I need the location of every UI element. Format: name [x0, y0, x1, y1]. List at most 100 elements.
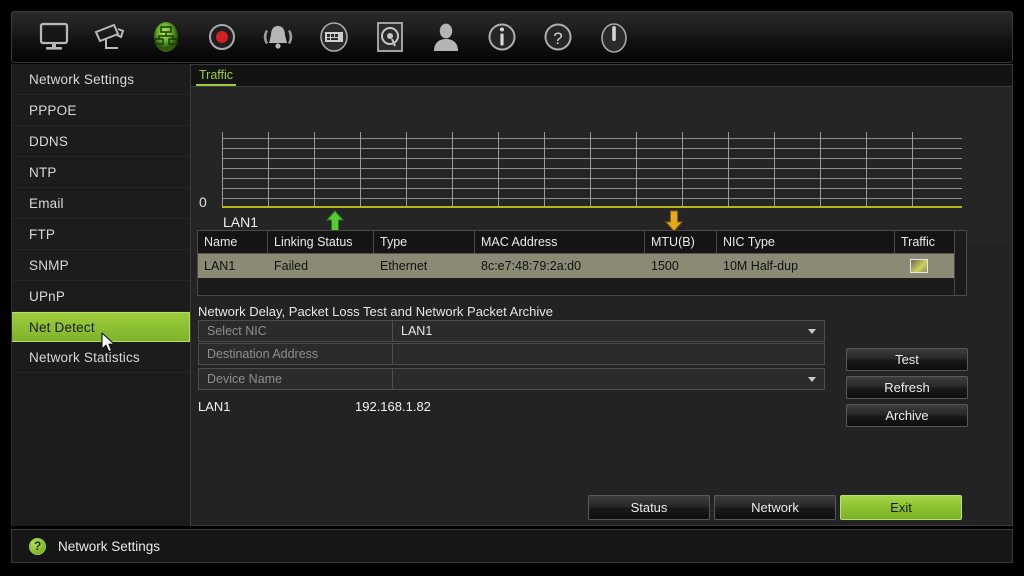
sidebar-item-ntp[interactable]: NTP [12, 157, 190, 188]
up-arrow-icon [325, 210, 345, 232]
exit-button[interactable]: Exit [840, 495, 962, 520]
select-nic-dropdown[interactable]: LAN1 [393, 320, 825, 342]
form-section-title: Network Delay, Packet Loss Test and Netw… [198, 304, 554, 319]
test-button[interactable]: Test [846, 348, 968, 371]
device-icon[interactable] [306, 15, 362, 59]
tab-strip: Traffic [191, 65, 1012, 87]
record-icon[interactable] [194, 15, 250, 59]
down-arrow-icon [664, 210, 684, 232]
sidebar-item-label: Network Statistics [29, 349, 140, 365]
gridline-h [222, 158, 962, 159]
table-scrollbar[interactable] [954, 231, 966, 295]
cell-type: Ethernet [380, 259, 428, 273]
label-select-nic: Select NIC [198, 320, 393, 342]
cell-linking-status: Failed [274, 259, 309, 273]
table-header-row: Name Linking Status Type MAC Address MTU… [198, 231, 966, 254]
gridline-v [728, 132, 729, 206]
sidebar-item-network-settings[interactable]: Network Settings [12, 64, 190, 95]
sidebar-item-label: UPnP [29, 288, 66, 304]
nic-table: Name Linking Status Type MAC Address MTU… [197, 230, 967, 296]
destination-address-input[interactable] [393, 343, 825, 365]
info-icon[interactable] [474, 15, 530, 59]
app-window: ? Network Settings PPPOE DDNS NTP Email … [0, 0, 1024, 576]
label-destination-address: Destination Address [198, 343, 393, 365]
column-header-type: Type [374, 231, 475, 253]
help-circle-icon[interactable]: ? [29, 537, 46, 555]
traffic-chart-icon[interactable] [910, 259, 928, 273]
form-row-select-nic: Select NIC LAN1 [198, 320, 825, 342]
gridline-v [544, 132, 545, 206]
gridline-h [222, 168, 962, 169]
gridline-v [820, 132, 821, 206]
main-toolbar: ? [11, 11, 1013, 63]
sidebar-item-ddns[interactable]: DDNS [12, 126, 190, 157]
gridline-v [498, 132, 499, 206]
select-nic-value: LAN1 [401, 324, 433, 338]
tab-label: Traffic [199, 68, 234, 82]
nic-info-name: LAN1 [198, 399, 231, 414]
label-device-name: Device Name [198, 368, 393, 390]
device-name-dropdown[interactable] [393, 368, 825, 390]
gridline-v [636, 132, 637, 206]
chevron-down-icon [808, 377, 816, 382]
camera-icon[interactable] [82, 15, 138, 59]
form-row-destination-address: Destination Address [198, 343, 825, 365]
status-button[interactable]: Status [588, 495, 710, 520]
table-row[interactable]: LAN1 Failed Ethernet 8c:e7:48:79:2a:d0 1… [198, 254, 966, 278]
sidebar-item-label: SNMP [29, 257, 69, 273]
cell-mtu: 1500 [651, 259, 679, 273]
cell-name: LAN1 [204, 259, 236, 273]
gridline-h [222, 148, 962, 149]
gridline-v [912, 132, 913, 206]
sidebar-item-label: PPPOE [29, 102, 77, 118]
refresh-button[interactable]: Refresh [846, 376, 968, 399]
gridline-v [406, 132, 407, 206]
monitor-icon[interactable] [26, 15, 82, 59]
cell-nic-type: 10M Half-dup [723, 259, 799, 273]
y-axis-tick-0: 0 [199, 194, 207, 210]
gridline-h [222, 138, 962, 139]
sidebar-item-label: DDNS [29, 133, 69, 149]
chart-nic-label: LAN1 [223, 214, 259, 230]
cell-traffic[interactable] [895, 254, 960, 278]
network-icon[interactable] [138, 15, 194, 59]
gridline-h [222, 198, 962, 199]
sidebar: Network Settings PPPOE DDNS NTP Email FT… [11, 64, 191, 526]
chart-plot-area [222, 132, 962, 208]
cell-mac-address: 8c:e7:48:79:2a:d0 [481, 259, 582, 273]
gridline-v [866, 132, 867, 206]
column-header-mac-address: MAC Address [475, 231, 645, 253]
question-mark-icon[interactable]: ? [530, 15, 586, 59]
gridline-v [268, 132, 269, 206]
sidebar-item-label: Email [29, 195, 64, 211]
gridline-v [682, 132, 683, 206]
status-bar-text: Network Settings [58, 538, 161, 554]
chevron-down-icon [808, 329, 816, 334]
column-header-traffic: Traffic [901, 235, 936, 249]
alarm-bell-icon[interactable] [250, 15, 306, 59]
gridline-h [222, 178, 962, 179]
user-icon[interactable] [418, 15, 474, 59]
gridline-v [360, 132, 361, 206]
sidebar-item-snmp[interactable]: SNMP [12, 250, 190, 281]
power-icon[interactable] [586, 15, 642, 59]
sidebar-item-label: Network Settings [29, 71, 135, 87]
network-button[interactable]: Network [714, 495, 836, 520]
hdd-icon[interactable] [362, 15, 418, 59]
sidebar-item-label: NTP [29, 164, 57, 180]
column-header-name: Name [198, 231, 268, 253]
gridline-v [314, 132, 315, 206]
status-bar: ? Network Settings [11, 529, 1013, 563]
gridline-v [452, 132, 453, 206]
sidebar-item-upnp[interactable]: UPnP [12, 281, 190, 312]
sidebar-item-pppoe[interactable]: PPPOE [12, 95, 190, 126]
sidebar-item-email[interactable]: Email [12, 188, 190, 219]
sidebar-item-ftp[interactable]: FTP [12, 219, 190, 250]
svg-text:?: ? [553, 29, 562, 48]
main-panel: Traffic 0 LAN1 Name Linking Status Type … [191, 64, 1013, 526]
tab-traffic[interactable]: Traffic [196, 68, 237, 86]
form-row-device-name: Device Name [198, 368, 825, 390]
traffic-chart: 0 LAN1 [193, 88, 1011, 243]
chart-baseline [222, 206, 962, 208]
archive-button[interactable]: Archive [846, 404, 968, 427]
